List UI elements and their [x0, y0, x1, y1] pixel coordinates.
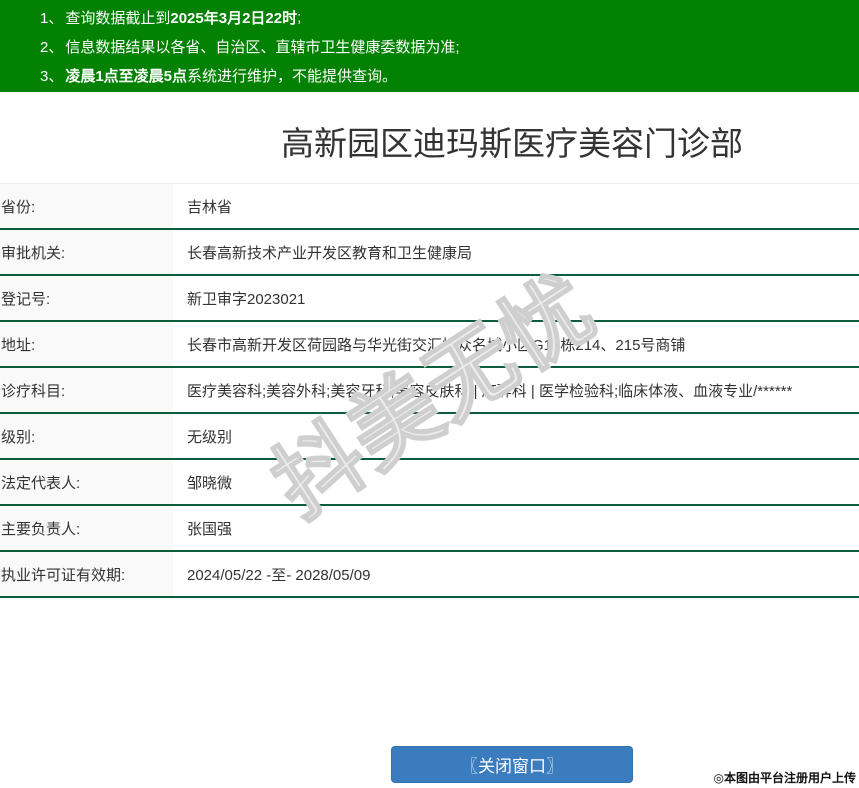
table-row: 法定代表人: 邹晓微 [0, 460, 859, 506]
table-row: 执业许可证有效期: 2024/05/22 -至- 2028/05/09 [0, 552, 859, 598]
table-row: 地址: 长春市高新开发区荷园路与华光街交汇怡众名城小区G14栋214、215号商… [0, 322, 859, 368]
row-label: 级别: [0, 414, 173, 458]
notice-item-text-post: 系统进行维护，不能提供查询。 [187, 68, 398, 85]
notice-item-number: 2、 [40, 39, 64, 56]
row-value: 2024/05/22 -至- 2028/05/09 [187, 566, 371, 584]
row-value: 邹晓微 [187, 474, 233, 492]
row-value: 无级别 [187, 428, 233, 446]
table-row: 登记号: 新卫审字2023021 [0, 276, 859, 322]
notice-item: 3、 凌晨1点至凌晨5点 系统进行维护，不能提供查询。 [0, 61, 859, 90]
row-label: 诊疗科目: [0, 368, 173, 412]
table-row: 诊疗科目: 医疗美容科;美容外科;美容牙科;美容皮肤科 | 麻醉科 | 医学检验… [0, 368, 859, 414]
row-label: 主要负责人: [0, 506, 173, 550]
page-title: 高新园区迪玛斯医疗美容门诊部 [281, 125, 743, 162]
row-value: 新卫审字2023021 [187, 290, 306, 308]
table-row: 审批机关: 长春高新技术产业开发区教育和卫生健康局 [0, 230, 859, 276]
notice-item-text-pre: 查询数据截止到 [65, 10, 171, 27]
notice-item-text-bold: 2025年3月2日22时 [170, 10, 298, 27]
notice-item-number: 3、 [40, 68, 64, 85]
row-value: 张国强 [187, 520, 233, 538]
page: 1、 查询数据截止到 2025年3月2日22时; 2、 信息数据结果以各省、自治区、直… [0, 0, 859, 788]
row-label: 登记号: [0, 276, 173, 320]
page-viewport: 1、 查询数据截止到 2025年3月2日22时; 2、 信息数据结果以各省、自治区、直… [0, 0, 859, 788]
row-value: 吉林省 [187, 198, 233, 216]
notice-item-text-bold: 凌晨1点至凌晨5点 [65, 68, 188, 85]
notice-item: 1、 查询数据截止到 2025年3月2日22时; [0, 3, 859, 32]
row-label: 省份: [0, 184, 173, 228]
table-row: 主要负责人: 张国强 [0, 506, 859, 552]
notice-list: 1、 查询数据截止到 2025年3月2日22时; 2、 信息数据结果以各省、自治区、直… [0, 3, 859, 90]
row-label: 法定代表人: [0, 460, 173, 504]
row-label: 地址: [0, 322, 173, 366]
upload-caption: ◎本图由平台注册用户上传 [713, 771, 856, 785]
row-label: 审批机关: [0, 230, 173, 274]
table-row: 省份: 吉林省 [0, 184, 859, 230]
notice-item-text-post: ; [297, 9, 302, 26]
notice-item-number: 1、 [40, 10, 64, 27]
info-table: 省份: 吉林省 审批机关: 长春高新技术产业开发区教育和卫生健康局 登记号: 新… [0, 183, 859, 598]
row-value: 长春市高新开发区荷园路与华光街交汇怡众名城小区G14栋214、215号商铺 [187, 336, 686, 354]
close-window-button[interactable]: 〖关闭窗口〗 [391, 746, 633, 783]
notice-item-text-pre: 信息数据结果以各省、自治区、直辖市卫生健康委数据为准; [65, 39, 460, 56]
notice-item: 2、 信息数据结果以各省、自治区、直辖市卫生健康委数据为准; [0, 32, 859, 61]
row-value: 长春高新技术产业开发区教育和卫生健康局 [187, 244, 473, 262]
row-label: 执业许可证有效期: [0, 552, 173, 596]
table-row: 级别: 无级别 [0, 414, 859, 460]
notice-banner: 1、 查询数据截止到 2025年3月2日22时; 2、 信息数据结果以各省、自治区、直… [0, 0, 859, 92]
row-value: 医疗美容科;美容外科;美容牙科;美容皮肤科 | 麻醉科 | 医学检验科;临床体液… [187, 382, 793, 400]
